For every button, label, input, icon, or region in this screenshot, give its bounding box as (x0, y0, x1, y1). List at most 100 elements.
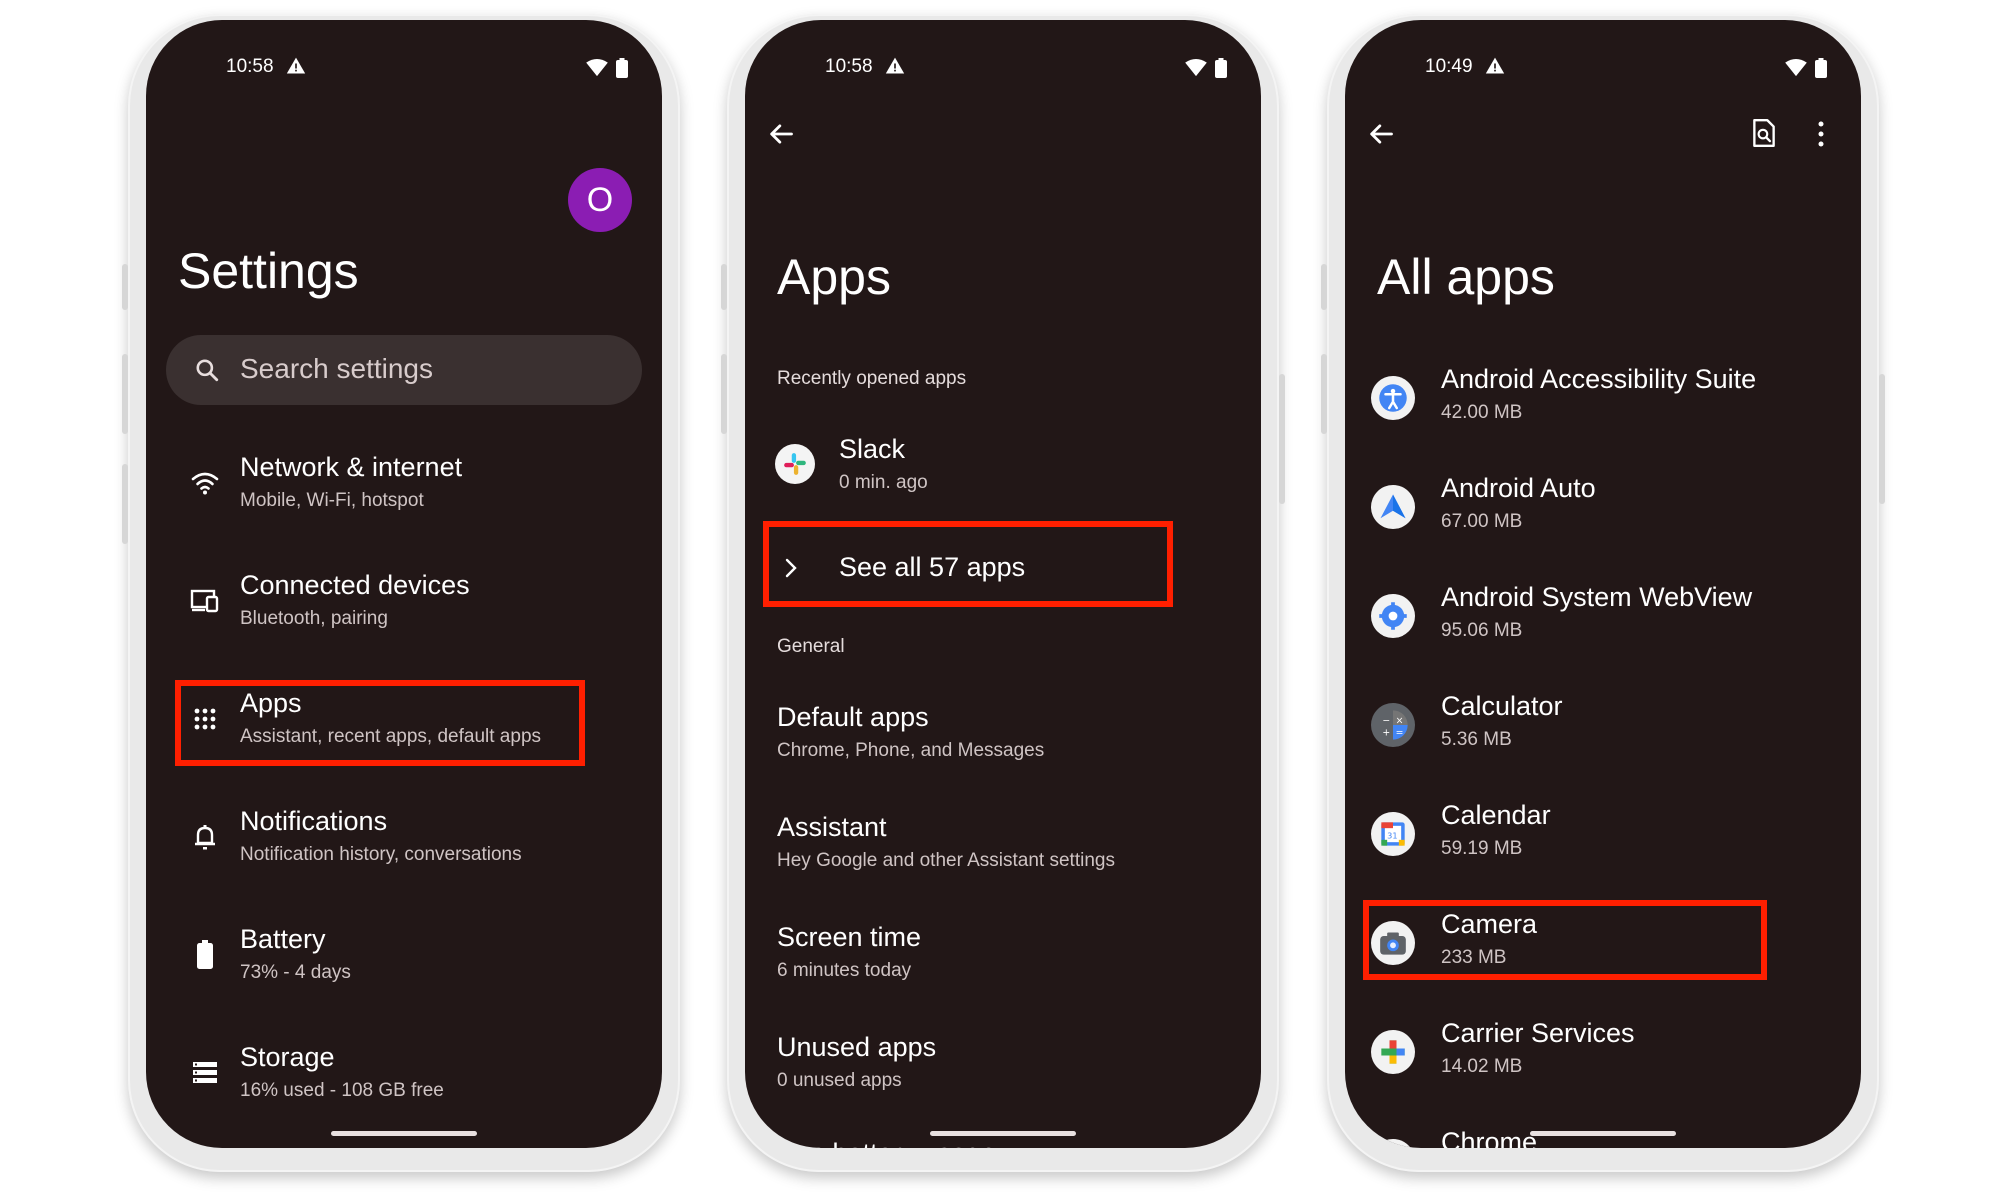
settings-item-title: Network & internet (240, 452, 463, 482)
status-bar: 10:49 (1345, 52, 1861, 86)
app-size: 5.36 MB (1441, 729, 1512, 750)
apps-item-title: Assistant (777, 812, 887, 842)
search-bar[interactable]: Search settings (166, 335, 642, 405)
svg-text:−: − (1382, 716, 1390, 727)
app-size: 67.00 MB (1441, 511, 1523, 532)
wifi-icon (190, 468, 220, 498)
phone-settings: 10:58 O Settings Search settings Network… (122, 14, 680, 1172)
apps-item-assistant[interactable]: Assistant Hey Google and other Assistant… (745, 802, 1261, 892)
warning-icon (286, 56, 306, 81)
search-icon (194, 357, 220, 388)
search-document-icon[interactable] (1751, 118, 1777, 153)
android-auto-icon (1371, 485, 1415, 529)
page-title: Settings (178, 243, 359, 299)
warning-icon (885, 56, 905, 81)
apps-item-subtitle: Hey Google and other Assistant settings (777, 850, 1115, 871)
app-name: Android Accessibility Suite (1441, 364, 1757, 394)
gesture-nav-bar[interactable] (930, 1131, 1076, 1136)
app-size: 14.02 MB (1441, 1056, 1523, 1077)
recent-app-slack[interactable]: Slack 0 min. ago (745, 420, 1261, 510)
battery-status-icon (1215, 58, 1227, 83)
app-item-webview[interactable]: Android System WebView 95.06 MB (1345, 568, 1861, 668)
more-options-icon[interactable] (1817, 120, 1825, 153)
status-bar: 10:58 (745, 52, 1261, 86)
settings-item-subtitle: Notification history, conversations (240, 844, 522, 865)
back-arrow-icon[interactable] (1367, 120, 1395, 153)
settings-item-connected-devices[interactable]: Connected devices Bluetooth, pairing (146, 556, 662, 646)
app-item-calendar[interactable]: 31 Calendar 59.19 MB (1345, 786, 1861, 886)
accessibility-icon (1371, 376, 1415, 420)
highlight-box-camera (1363, 900, 1767, 980)
battery-status-icon (1815, 58, 1827, 83)
chrome-icon (1371, 1139, 1415, 1148)
app-name: Android System WebView (1441, 582, 1753, 612)
settings-item-network[interactable]: Network & internet Mobile, Wi-Fi, hotspo… (146, 438, 662, 528)
gesture-nav-bar[interactable] (331, 1131, 477, 1136)
app-name: Calendar (1441, 800, 1551, 830)
settings-screen: 10:58 O Settings Search settings Network… (146, 20, 662, 1148)
svg-text:31: 31 (1387, 831, 1397, 841)
status-bar: 10:58 (146, 52, 662, 86)
phone-all-apps: 10:49 All apps Android Accessibility Sui… (1321, 14, 1885, 1172)
app-name: Chrome (1441, 1127, 1538, 1148)
svg-text:+: + (1382, 728, 1390, 739)
settings-item-title: Battery (240, 924, 326, 954)
app-item-android-auto[interactable]: Android Auto 67.00 MB (1345, 459, 1861, 559)
highlight-box-apps (175, 680, 585, 766)
warning-icon (1485, 56, 1505, 81)
page-title: Apps (777, 249, 891, 305)
recent-app-title: Slack (839, 434, 906, 464)
apps-item-subtitle: 0 unused apps (777, 1070, 902, 1091)
carrier-services-icon (1371, 1030, 1415, 1074)
app-item-calculator[interactable]: − × + = Calculator 5.36 MB (1345, 677, 1861, 777)
page-title: All apps (1377, 249, 1555, 305)
battery-status-icon (616, 58, 628, 83)
devices-icon (190, 586, 220, 616)
app-size: 59.19 MB (1441, 838, 1523, 859)
app-name: Calculator (1441, 691, 1563, 721)
settings-item-subtitle: 73% - 4 days (240, 962, 351, 983)
settings-item-storage[interactable]: Storage 16% used - 108 GB free (146, 1028, 662, 1118)
webview-gear-icon (1371, 594, 1415, 638)
apps-item-subtitle: 6 minutes today (777, 960, 912, 981)
all-apps-screen: 10:49 All apps Android Accessibility Sui… (1345, 20, 1861, 1148)
battery-icon (190, 940, 220, 970)
search-input[interactable]: Search settings (240, 353, 433, 385)
settings-item-subtitle: Bluetooth, pairing (240, 608, 388, 629)
apps-screen: 10:58 Apps Recently opened apps Slack 0 … (745, 20, 1261, 1148)
app-item-accessibility-suite[interactable]: Android Accessibility Suite 42.00 MB (1345, 350, 1861, 450)
highlight-box-see-all (763, 521, 1173, 607)
settings-item-subtitle: 16% used - 108 GB free (240, 1080, 444, 1101)
back-arrow-icon[interactable] (767, 120, 795, 153)
slack-icon (775, 444, 815, 484)
bell-icon (190, 822, 220, 852)
wifi-status-icon (1185, 59, 1207, 82)
avatar[interactable]: O (568, 168, 632, 232)
apps-item-screen-time[interactable]: Screen time 6 minutes today (745, 912, 1261, 1002)
section-header-general: General (777, 636, 845, 657)
apps-item-default-apps[interactable]: Default apps Chrome, Phone, and Messages (745, 692, 1261, 782)
apps-item-title: Screen time (777, 922, 922, 952)
app-size: 95.06 MB (1441, 620, 1523, 641)
settings-item-battery[interactable]: Battery 73% - 4 days (146, 910, 662, 1000)
apps-item-title: App battery usage (777, 1138, 996, 1148)
svg-text:×: × (1396, 716, 1404, 727)
settings-item-subtitle: Mobile, Wi-Fi, hotspot (240, 490, 424, 511)
settings-item-notifications[interactable]: Notifications Notification history, conv… (146, 792, 662, 882)
app-item-carrier-services[interactable]: Carrier Services 14.02 MB (1345, 1004, 1861, 1104)
storage-icon (190, 1058, 220, 1088)
phone-apps: 10:58 Apps Recently opened apps Slack 0 … (721, 14, 1285, 1172)
settings-item-title: Notifications (240, 806, 388, 836)
recent-app-subtitle: 0 min. ago (839, 472, 928, 493)
apps-item-unused-apps[interactable]: Unused apps 0 unused apps (745, 1022, 1261, 1112)
app-name: Android Auto (1441, 473, 1596, 503)
apps-item-subtitle: Chrome, Phone, and Messages (777, 740, 1045, 761)
status-time: 10:58 (226, 56, 274, 77)
apps-item-title: Default apps (777, 702, 929, 732)
gesture-nav-bar[interactable] (1530, 1131, 1676, 1136)
status-time: 10:58 (825, 56, 873, 77)
avatar-letter: O (586, 180, 614, 219)
svg-text:=: = (1396, 728, 1404, 739)
settings-item-title: Storage (240, 1042, 335, 1072)
status-time: 10:49 (1425, 56, 1473, 77)
